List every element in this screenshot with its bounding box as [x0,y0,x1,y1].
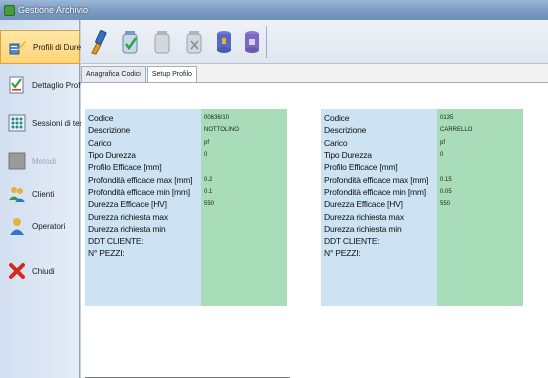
jar-check-icon [122,31,138,54]
field-value-n-pezzi[interactable] [201,247,287,259]
field-label: Codice [88,113,114,124]
sidebar-item-operatori[interactable]: Operatori [0,209,80,243]
field-label: Profondità efficace max [mm] [88,174,193,185]
field-label: DDT CLIENTE: [88,236,144,247]
profile-panel-left: Codice Descrizione Carico Tipo Durezza P… [85,109,287,378]
app-icon [4,4,15,16]
field-label: Profondità efficace min [mm] [88,186,190,197]
field-value-ddt-cliente[interactable] [201,235,287,247]
toolbar [81,20,548,64]
field-value-ddt-cliente[interactable] [437,235,523,247]
field-label: Durezza Efficace [HV] [88,199,167,210]
field-value-tipo-durezza[interactable]: 0 [201,149,287,161]
field-value-durezza-min[interactable] [437,223,523,235]
jar-gray-icon [154,31,170,54]
field-label: Durezza richiesta min [88,223,166,234]
tab-strip: Anagrafica Codici Setup Profilo [81,66,198,83]
field-label: Codice [324,113,350,124]
toolbar-separator [266,26,267,58]
field-value-descrizione[interactable]: NOTTOLINO [201,124,287,136]
window-title: Gestione Archivio [18,5,89,15]
field-labels-column: Codice Descrizione Carico Tipo Durezza P… [85,109,201,306]
field-value-n-pezzi[interactable] [437,247,523,259]
field-value-codice[interactable]: 00636/10 [201,112,287,124]
field-value-codice[interactable]: 0135 [437,112,523,124]
sidebar-item-metodi[interactable]: Metodi [0,144,80,178]
field-label: Descrizione [324,125,367,136]
sidebar-item-label: Dettaglio Profilo [32,80,89,90]
field-label: Profilo Efficace [mm] [88,162,162,173]
sidebar-item-sessioni-test[interactable]: Sessioni di test [0,106,86,140]
field-value-carico[interactable]: pf [437,137,523,149]
field-label: Durezza richiesta max [88,211,168,222]
field-value-profilo-efficace[interactable] [201,161,287,173]
field-label: Tipo Durezza [88,150,136,161]
db-import-icon [217,31,231,53]
sidebar: Profili di Durezza Dettaglio Profilo Ses… [0,20,93,378]
field-label: Durezza richiesta max [324,211,404,222]
main-area: Anagrafica Codici Setup Profilo Codice D… [81,20,548,378]
field-value-prof-min[interactable]: 0.05 [437,186,523,198]
field-label: Profilo Efficace [mm] [324,162,398,173]
sidebar-item-label: Chiudi [32,266,55,276]
sidebar-item-label: Metodi [32,156,57,166]
field-value-prof-min[interactable]: 0.1 [201,186,287,198]
sidebar-item-label: Clienti [32,189,55,199]
field-label: Carico [324,137,348,148]
grid-dots-icon [8,114,26,132]
jar-x-icon [186,31,202,54]
field-label: Profondità efficace max [mm] [324,174,429,185]
field-label: Tipo Durezza [324,150,372,161]
field-label: Profondità efficace min [mm] [324,186,426,197]
sidebar-item-chiudi[interactable]: Chiudi [0,254,80,288]
profile-grid-left: Codice Descrizione Carico Tipo Durezza P… [85,109,287,306]
toolbar-delete-button[interactable] [181,26,207,58]
tab-setup-profilo[interactable]: Setup Profilo [146,66,197,83]
field-value-durezza-max[interactable] [437,210,523,222]
tab-anagrafica-codici[interactable]: Anagrafica Codici [81,66,146,82]
tab-content: Codice Descrizione Carico Tipo Durezza P… [81,82,548,378]
sidebar-item-dettaglio-profilo[interactable]: Dettaglio Profilo [0,68,88,102]
title-bar: Gestione Archivio [0,0,548,20]
sidebar-item-clienti[interactable]: Clienti [0,177,80,211]
sidebar-item-label: Operatori [32,221,66,231]
profile-panel-right: Codice Descrizione Carico Tipo Durezza P… [321,109,523,378]
field-value-profilo-efficace[interactable] [437,161,523,173]
sidebar-item-label: Sessioni di test [32,118,86,128]
user-icon [10,218,24,235]
field-value-carico[interactable]: pf [201,137,287,149]
field-label: Durezza richiesta min [324,223,402,234]
field-label: DDT CLIENTE: [324,236,380,247]
users-icon [9,187,25,202]
toolbar-save-button[interactable] [117,26,143,58]
field-value-durezza-efficace[interactable]: 550 [437,198,523,210]
field-values-column: 0135 CARRELLO pf 0 0.15 0.05 550 [437,109,523,306]
field-label: Durezza Efficace [HV] [324,199,403,210]
profile-grid-right: Codice Descrizione Carico Tipo Durezza P… [321,109,523,306]
brush-icon [91,30,107,55]
field-value-prof-max[interactable]: 0.2 [201,173,287,185]
close-x-icon [9,263,25,279]
toolbar-edit-button[interactable] [149,26,175,58]
field-value-descrizione[interactable]: CARRELLO [437,124,523,136]
field-value-durezza-efficace[interactable]: 550 [201,198,287,210]
checklist-icon [9,76,24,94]
toolbar-import-button[interactable] [211,26,237,58]
field-label: N° PEZZI: [324,248,361,259]
field-label: Carico [88,137,112,148]
field-values-column: 00636/10 NOTTOLINO pf 0 0.2 0.1 550 [201,109,287,306]
field-value-prof-max[interactable]: 0.15 [437,173,523,185]
profile-brush-icon [9,41,26,55]
field-value-durezza-max[interactable] [201,210,287,222]
field-value-tipo-durezza[interactable]: 0 [437,149,523,161]
toolbar-new-button[interactable] [87,26,113,58]
field-label: N° PEZZI: [88,248,125,259]
db-export-icon [245,31,259,53]
sidebar-item-profili-durezza[interactable]: Profili di Durezza [0,30,93,64]
gray-box-icon [8,152,26,170]
field-labels-column: Codice Descrizione Carico Tipo Durezza P… [321,109,437,306]
toolbar-export-button[interactable] [239,26,265,58]
field-label: Descrizione [88,125,131,136]
field-value-durezza-min[interactable] [201,223,287,235]
